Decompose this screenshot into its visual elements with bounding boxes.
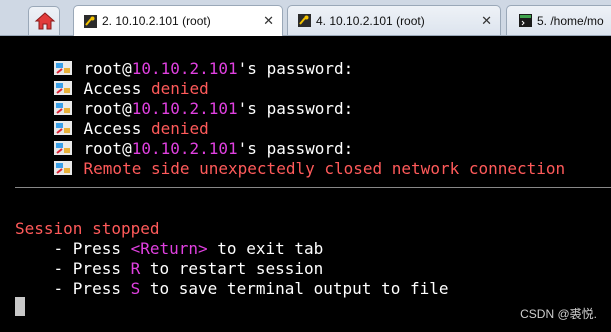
terminal-line: Access denied [15,59,209,98]
tab-label: 2. 10.10.2.101 (root) [102,14,211,28]
tab-session-2[interactable]: 2. 10.10.2.101 (root) ✕ [73,5,283,36]
terminal-line: Access denied [15,99,209,138]
separator [15,187,611,188]
terminal-line: Remote side unexpectedly closed network … [15,139,565,178]
close-icon[interactable]: ✕ [481,13,492,29]
tab-session-4[interactable]: 4. 10.10.2.101 (root) ✕ [287,5,501,35]
terminal-area[interactable]: root@10.10.2.101's password: Access deni… [0,36,611,332]
terminal-prompt-icon [53,161,72,175]
terminal-line: root@10.10.2.101's password: [15,79,353,118]
terminal-line: root@10.10.2.101's password: [15,39,353,78]
tab-bar: 2. 10.10.2.101 (root) ✕ 4. 10.10.2.101 (… [0,0,611,36]
local-terminal-icon [519,14,532,27]
tab-label: 5. /home/mo [537,13,604,28]
tab-session-5[interactable]: 5. /home/mo [506,5,611,35]
option-save-output: - Press S to save terminal output to fil… [15,279,449,298]
home-icon [34,12,56,30]
terminal-key-icon [84,14,97,28]
watermark: CSDN @裘悦. [520,307,597,321]
tab-label: 4. 10.10.2.101 (root) [316,13,425,28]
terminal-key-icon [298,14,311,27]
option-restart-session: - Press R to restart session [15,259,324,278]
close-icon[interactable]: ✕ [263,13,274,29]
terminal-line: root@10.10.2.101's password: [15,119,353,158]
home-tab[interactable] [28,6,60,35]
session-stopped-text: Session stopped [15,219,160,238]
terminal-cursor [15,297,25,316]
option-exit-tab: - Press <Return> to exit tab [15,239,324,258]
